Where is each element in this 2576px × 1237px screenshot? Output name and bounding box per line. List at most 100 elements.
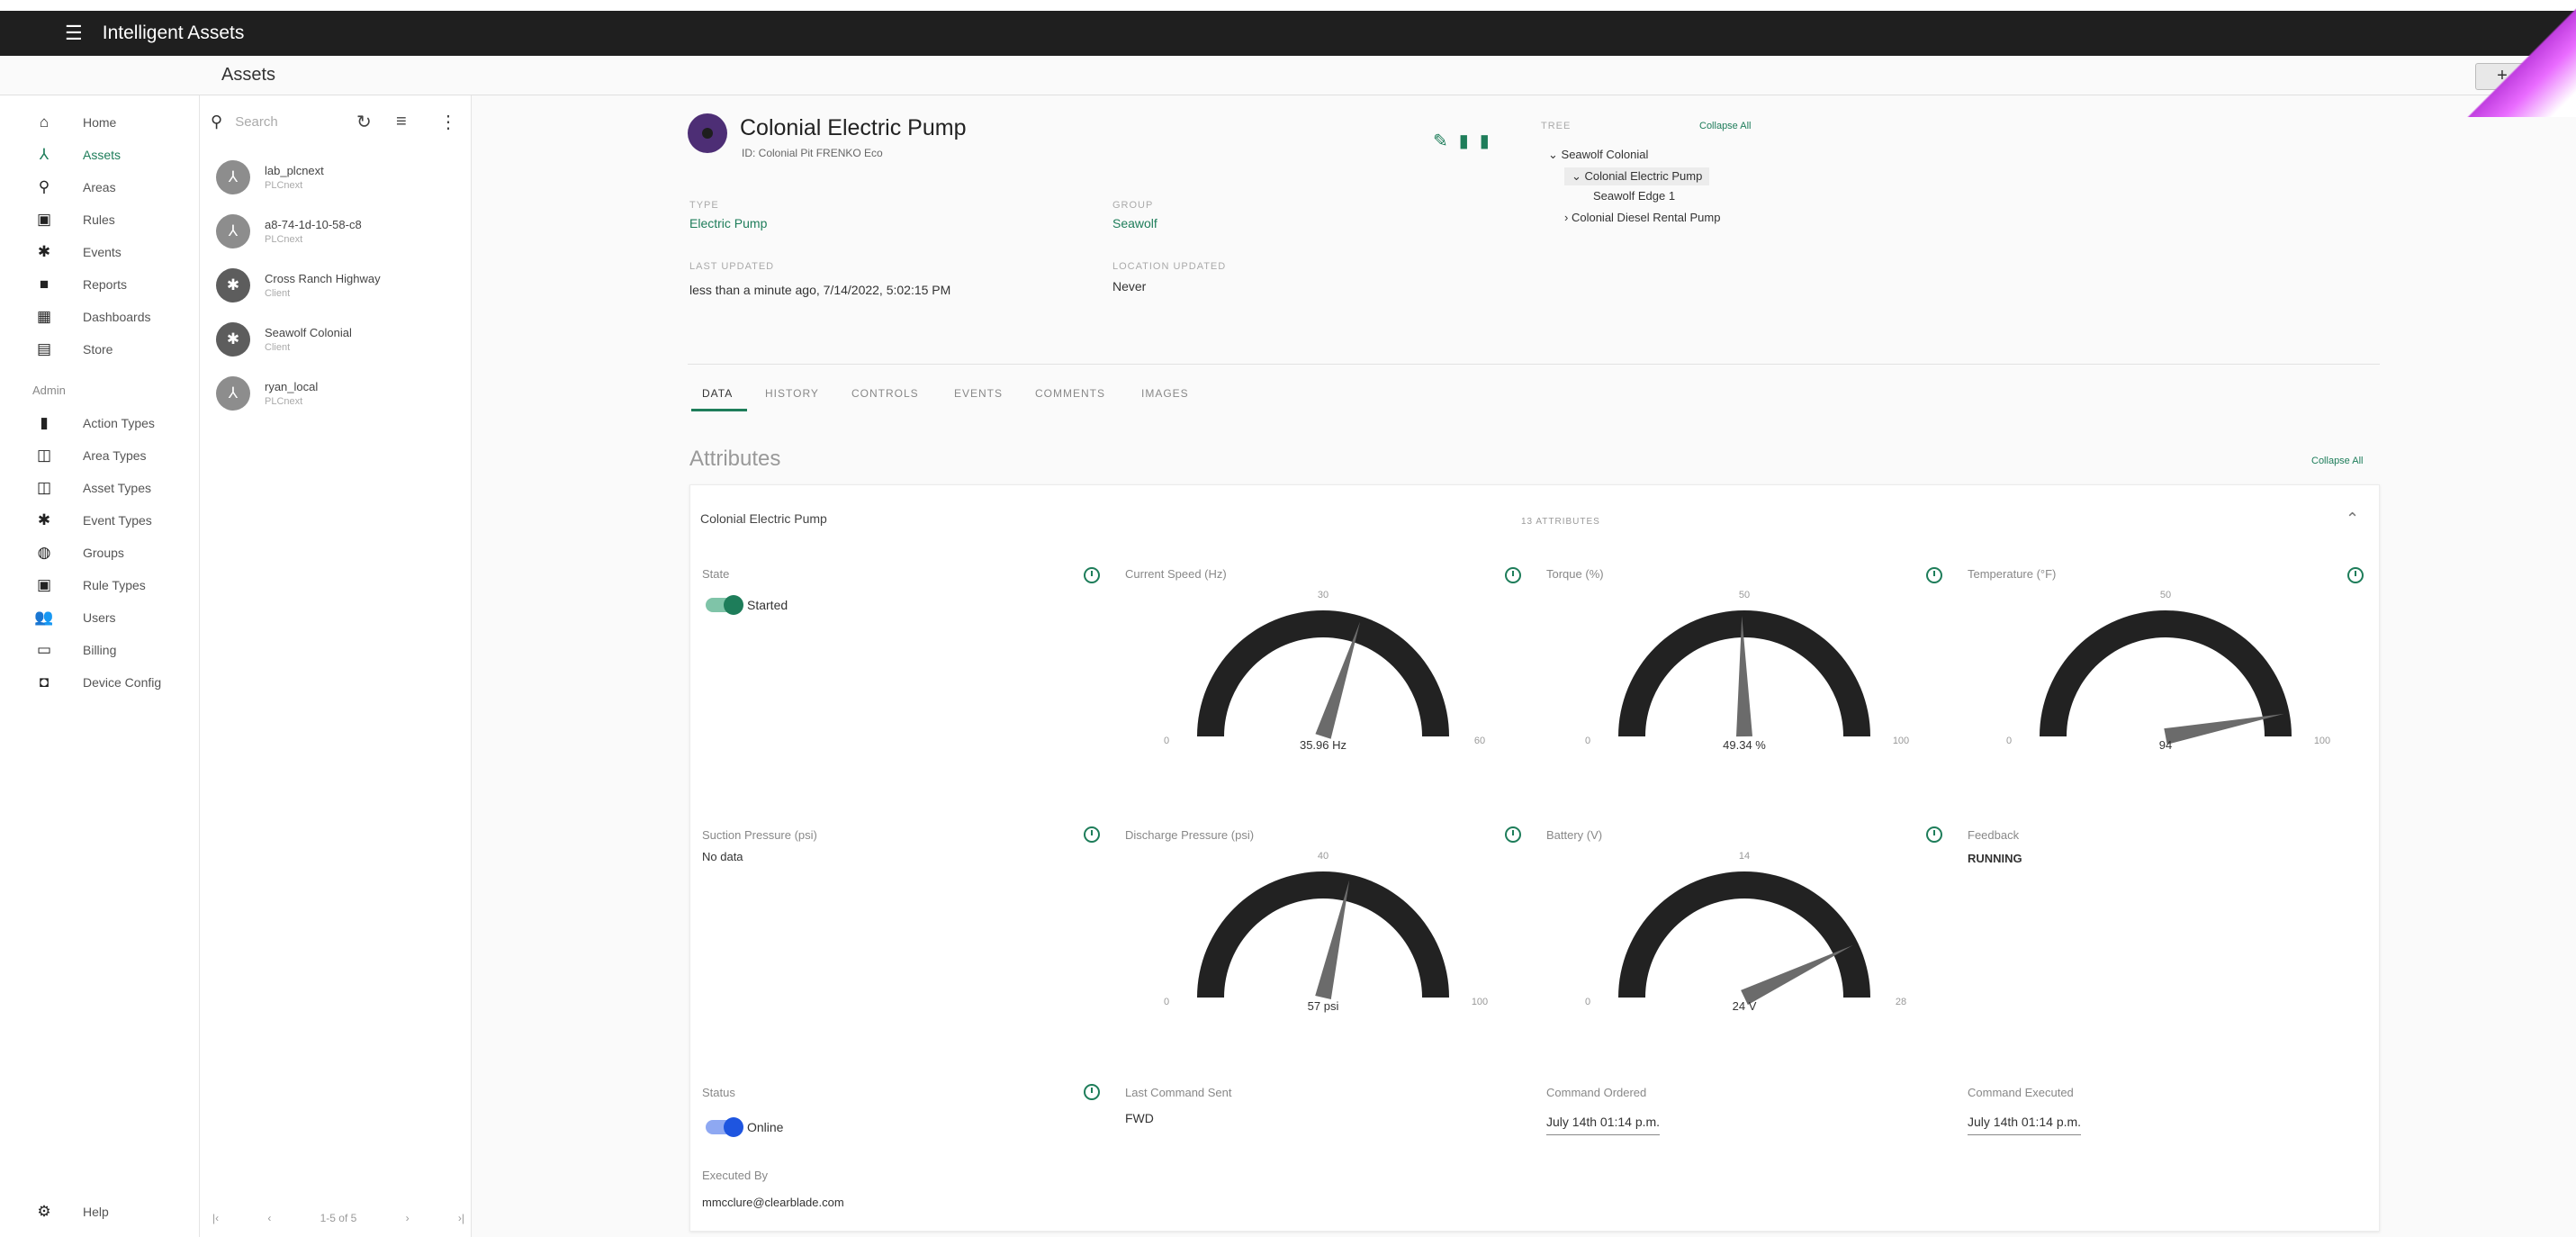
nav-item-reports[interactable]: ■ Reports bbox=[32, 272, 127, 297]
prev-page-button[interactable]: ‹ bbox=[267, 1212, 271, 1224]
suction-pressure-label: Suction Pressure (psi) bbox=[702, 828, 817, 842]
asset-name: Seawolf Colonial bbox=[265, 326, 352, 339]
group-label: GROUP bbox=[1112, 200, 1154, 211]
gauge-min-tick: 0 bbox=[2006, 736, 2012, 746]
feedback-value: RUNNING bbox=[1968, 852, 2022, 865]
tab-comments[interactable]: COMMENTS bbox=[1035, 387, 1105, 400]
chevron-up-icon[interactable]: ⌃ bbox=[2346, 510, 2359, 528]
tree-node-label: Seawolf Edge 1 bbox=[1593, 189, 1676, 203]
search-input[interactable]: Search bbox=[235, 114, 278, 130]
nav-item-billing[interactable]: ▭ Billing bbox=[32, 637, 116, 663]
gauge-max-tick: 28 bbox=[1896, 997, 1906, 1007]
nav-item-event-types[interactable]: ✱ Event Types bbox=[32, 508, 152, 533]
last-command-history-icon[interactable] bbox=[1084, 1084, 1100, 1100]
event-types-icon: ✱ bbox=[37, 511, 51, 528]
nav-item-store[interactable]: ▤ Store bbox=[32, 337, 113, 362]
temperature-history-icon[interactable] bbox=[2347, 567, 2364, 583]
tab-events[interactable]: EVENTS bbox=[954, 387, 1003, 400]
refresh-icon[interactable]: ↻ bbox=[356, 111, 372, 133]
tree-node[interactable]: Seawolf Edge 1 bbox=[1593, 189, 1675, 203]
tab-controls[interactable]: CONTROLS bbox=[851, 387, 919, 400]
tree-toggle-icon[interactable]: ⌄ bbox=[1572, 169, 1581, 183]
suction-pressure-history-icon[interactable] bbox=[1084, 826, 1100, 843]
tree-toggle-icon[interactable]: › bbox=[1564, 211, 1568, 224]
tab-history[interactable]: HISTORY bbox=[765, 387, 819, 400]
tree-toggle-icon[interactable]: ⌄ bbox=[1548, 148, 1558, 161]
nav-item-area-types[interactable]: ◫ Area Types bbox=[32, 443, 147, 468]
asset-type: Client bbox=[265, 342, 291, 353]
state-toggle[interactable] bbox=[706, 595, 743, 615]
tabs-divider bbox=[688, 364, 2380, 365]
delete-tree-icon[interactable]: ▮ bbox=[1480, 131, 1500, 151]
next-page-button[interactable]: › bbox=[406, 1212, 410, 1224]
delete-icon[interactable]: ▮ bbox=[1459, 131, 1480, 151]
list-item[interactable]: ⅄ lab_plcnext PLCnext bbox=[216, 153, 459, 202]
nav-item-groups[interactable]: ◍ Groups bbox=[32, 540, 124, 565]
gauge-min-tick: 0 bbox=[1164, 997, 1169, 1007]
more-vert-icon[interactable]: ⋮ bbox=[439, 111, 457, 133]
nav-item-device-config[interactable]: ◘ Device Config bbox=[32, 670, 161, 695]
search-bar[interactable]: ⚲ Search ↻ ≡ ⋮ bbox=[211, 108, 463, 135]
discharge-pressure-history-icon[interactable] bbox=[1505, 826, 1521, 843]
status-toggle[interactable] bbox=[706, 1117, 743, 1137]
filter-icon[interactable]: ≡ bbox=[396, 112, 407, 132]
torque-history-icon[interactable] bbox=[1926, 567, 1942, 583]
page-range: 1-5 of 5 bbox=[320, 1212, 357, 1224]
attributes-title: Attributes bbox=[689, 447, 781, 471]
gauge-needle bbox=[1741, 944, 1853, 1006]
asset-type: PLCnext bbox=[265, 396, 303, 407]
state-history-icon[interactable] bbox=[1084, 567, 1100, 583]
gauge-arc bbox=[1618, 871, 1870, 998]
last-command-value: FWD bbox=[1125, 1111, 1154, 1125]
device-avatar-icon: ⅄ bbox=[216, 160, 250, 194]
nav-item-label: Groups bbox=[83, 546, 124, 560]
app-title: Intelligent Assets bbox=[102, 23, 245, 43]
tab-images[interactable]: IMAGES bbox=[1141, 387, 1189, 400]
nav-item-help[interactable]: ⚙ Help bbox=[32, 1199, 108, 1224]
asset-title: Colonial Electric Pump bbox=[740, 115, 967, 140]
first-page-button[interactable]: |‹ bbox=[212, 1212, 219, 1224]
nav-item-dashboards[interactable]: ▦ Dashboards bbox=[32, 304, 151, 330]
nav-item-action-types[interactable]: ▮ Action Types bbox=[32, 411, 155, 436]
rule-types-icon: ▣ bbox=[36, 576, 52, 593]
nav-item-home[interactable]: ⌂ Home bbox=[32, 110, 117, 135]
reports-icon: ■ bbox=[39, 275, 50, 293]
nav-item-label: Rules bbox=[83, 212, 115, 227]
current-speed-history-icon[interactable] bbox=[1505, 567, 1521, 583]
nav-item-asset-types[interactable]: ◫ Asset Types bbox=[32, 475, 151, 501]
asset-type: PLCnext bbox=[265, 180, 303, 191]
feedback-label: Feedback bbox=[1968, 828, 2020, 842]
status-toggle-knob bbox=[724, 1117, 743, 1137]
nav-item-assets[interactable]: ⅄ Assets bbox=[32, 142, 121, 167]
last-page-button[interactable]: ›| bbox=[458, 1212, 464, 1224]
list-item[interactable]: ✱ Seawolf Colonial Client bbox=[216, 315, 459, 364]
torque-label: Torque (%) bbox=[1546, 567, 1604, 581]
state-value: Started bbox=[747, 598, 788, 612]
nav-item-rules[interactable]: ▣ Rules bbox=[32, 207, 115, 232]
command-executed-value[interactable]: July 14th 01:14 p.m. bbox=[1968, 1115, 2082, 1135]
attribute-count: 13 ATTRIBUTES bbox=[1521, 517, 1600, 527]
list-item[interactable]: ✱ Cross Ranch Highway Client bbox=[216, 261, 459, 310]
edit-icon[interactable]: ✎ bbox=[1433, 131, 1459, 151]
group-value[interactable]: Seawolf bbox=[1112, 216, 1157, 230]
nav-item-events[interactable]: ✱ Events bbox=[32, 239, 122, 265]
asset-name: lab_plcnext bbox=[265, 164, 324, 177]
command-ordered-value[interactable]: July 14th 01:14 p.m. bbox=[1546, 1115, 1661, 1135]
tab-data[interactable]: DATA bbox=[702, 387, 733, 400]
tree-node[interactable]: ⌄ Seawolf Colonial bbox=[1548, 148, 1648, 162]
hamburger-menu-icon[interactable]: ☰ bbox=[65, 22, 83, 45]
battery-history-icon[interactable] bbox=[1926, 826, 1942, 843]
tree-node[interactable]: › Colonial Diesel Rental Pump bbox=[1564, 211, 1720, 224]
list-item[interactable]: ⅄ a8-74-1d-10-58-c8 PLCnext bbox=[216, 207, 459, 256]
type-value[interactable]: Electric Pump bbox=[689, 216, 767, 230]
nav-item-areas[interactable]: ⚲ Areas bbox=[32, 175, 116, 200]
tree-node[interactable]: ⌄ Colonial Electric Pump bbox=[1564, 167, 1710, 185]
tree-collapse-all-button[interactable]: Collapse All bbox=[1699, 121, 1751, 131]
nav-item-rule-types[interactable]: ▣ Rule Types bbox=[32, 573, 146, 598]
nav-item-users[interactable]: 👥 Users bbox=[32, 605, 115, 630]
active-tab-indicator bbox=[691, 409, 747, 411]
attributes-collapse-all-button[interactable]: Collapse All bbox=[2311, 456, 2363, 466]
list-item[interactable]: ⅄ ryan_local PLCnext bbox=[216, 369, 459, 418]
corner-decoration bbox=[2450, 0, 2576, 117]
asset-name: Cross Ranch Highway bbox=[265, 272, 381, 285]
